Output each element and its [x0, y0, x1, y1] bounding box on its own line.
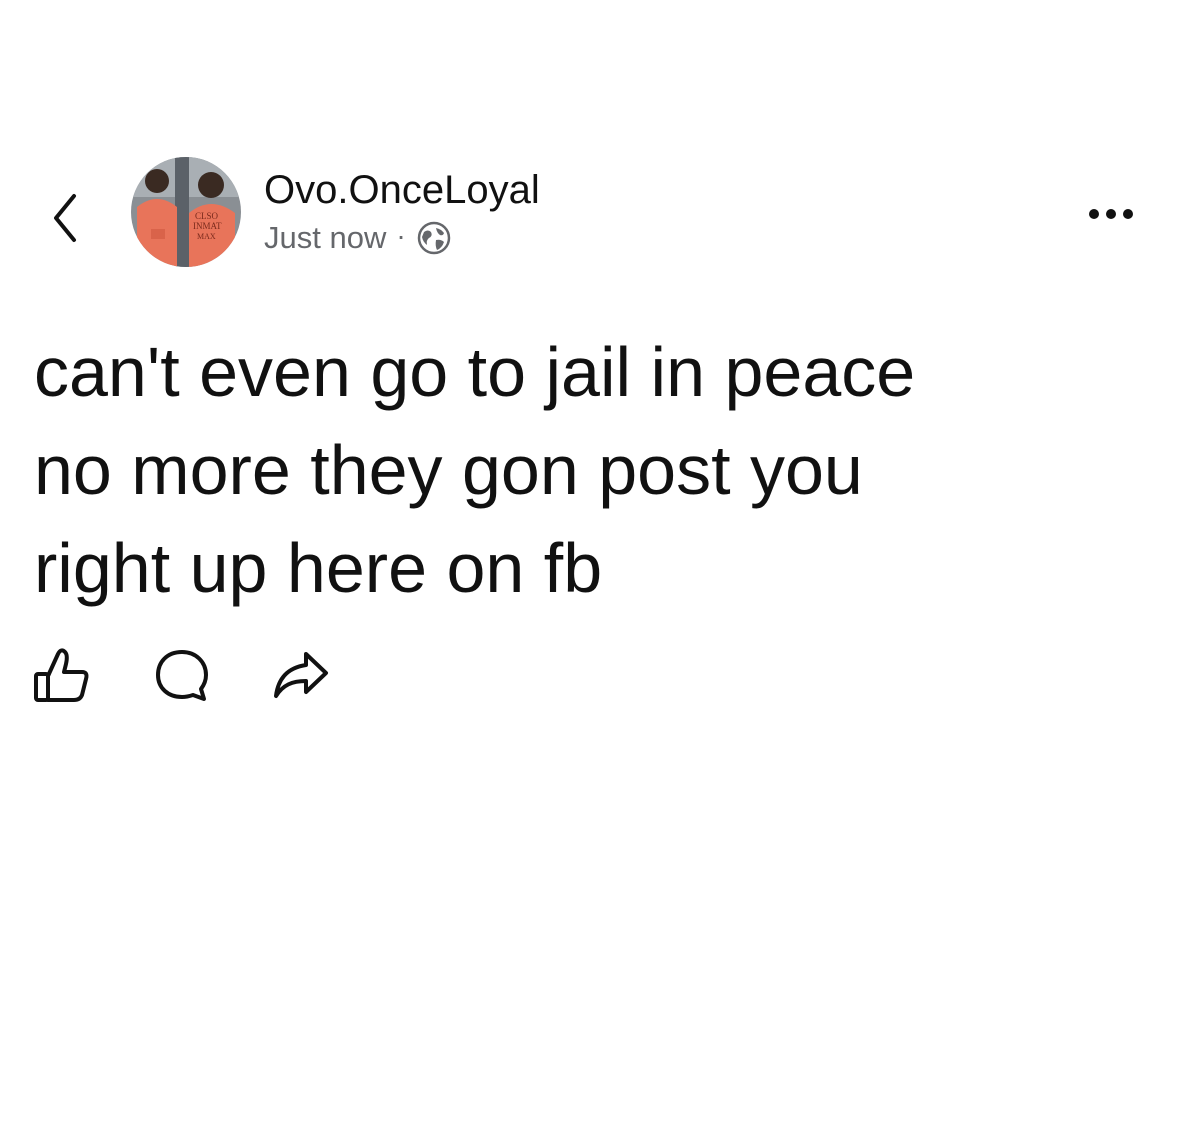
post-text: can't even go to jail in peace no more t…: [34, 323, 1154, 617]
back-button[interactable]: [44, 190, 88, 246]
share-button[interactable]: [268, 640, 332, 710]
thumbs-up-icon: [34, 648, 89, 702]
svg-text:INMAT: INMAT: [193, 221, 222, 231]
svg-text:MAX: MAX: [197, 232, 216, 241]
comment-bubble-icon: [156, 650, 208, 701]
more-horizontal-icon: [1089, 209, 1133, 219]
post-line: no more they gon post you: [34, 431, 863, 509]
comment-button[interactable]: [150, 640, 214, 710]
more-options-button[interactable]: [1082, 196, 1142, 232]
author-name[interactable]: Ovo.OnceLoyal: [264, 166, 540, 214]
avatar-image: CLSO INMAT MAX: [131, 157, 241, 267]
timestamp[interactable]: Just now: [264, 218, 386, 258]
post-line: right up here on fb: [34, 529, 603, 607]
share-arrow-icon: [274, 652, 328, 698]
post-header: Ovo.OnceLoyal Just now ·: [264, 166, 540, 258]
chevron-left-icon: [54, 194, 76, 242]
like-button[interactable]: [30, 640, 94, 710]
svg-text:CLSO: CLSO: [195, 211, 219, 221]
globe-icon[interactable]: [416, 220, 452, 256]
meta-separator: ·: [396, 220, 406, 251]
avatar[interactable]: CLSO INMAT MAX: [131, 157, 241, 267]
post-line: can't even go to jail in peace: [34, 333, 916, 411]
post-meta: Just now ·: [264, 218, 540, 258]
